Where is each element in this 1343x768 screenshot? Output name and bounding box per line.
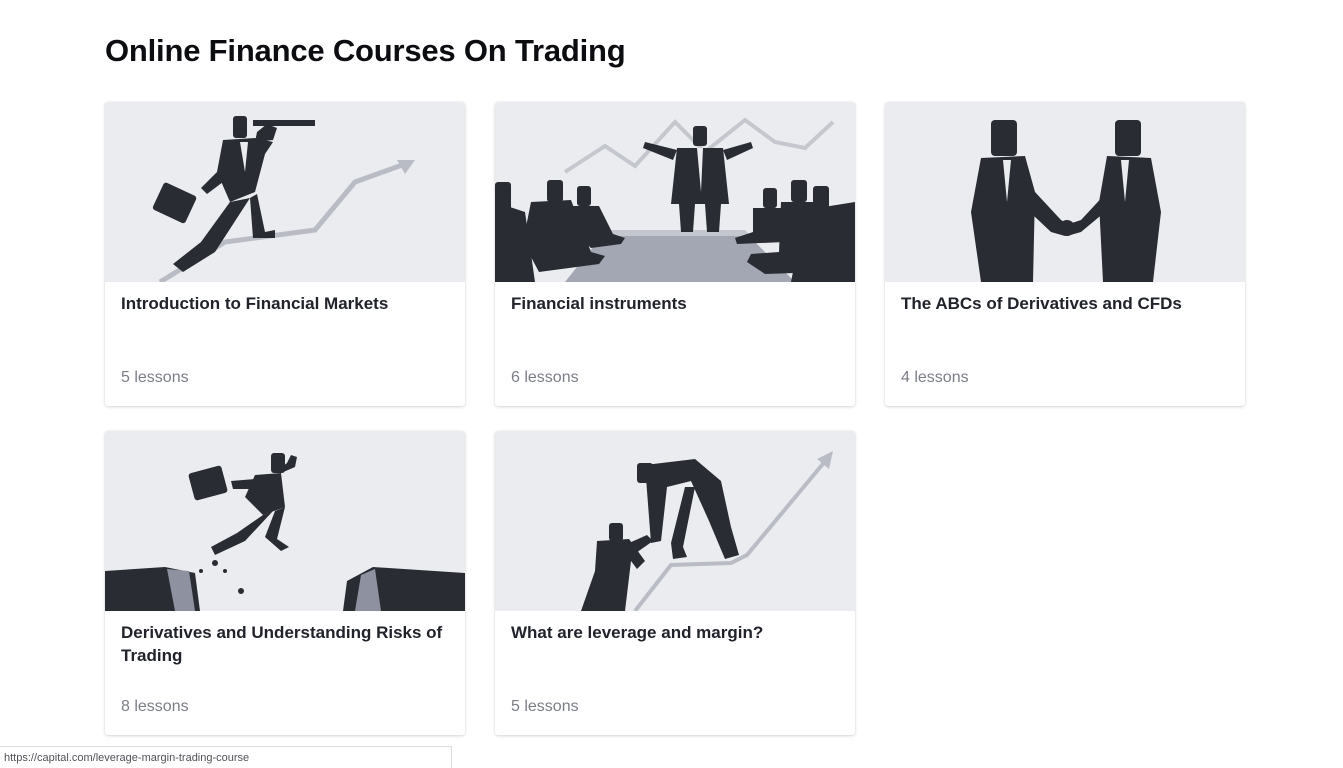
- course-card-derivatives-risks[interactable]: Derivatives and Understanding Risks of T…: [105, 431, 465, 735]
- course-card-abcs-derivatives-cfds[interactable]: The ABCs of Derivatives and CFDs 4 lesso…: [885, 102, 1245, 406]
- lesson-count: 5 lessons: [121, 369, 189, 386]
- lesson-count: 8 lessons: [121, 698, 189, 715]
- course-title: The ABCs of Derivatives and CFDs: [901, 294, 1182, 313]
- meeting-room-icon: [495, 102, 855, 282]
- handshake-icon: [885, 102, 1245, 282]
- telescope-climber-icon: [105, 102, 465, 282]
- course-title: Derivatives and Understanding Risks of T…: [121, 623, 443, 665]
- page-title: Online Finance Courses On Trading: [105, 33, 626, 68]
- lesson-count: 5 lessons: [511, 698, 579, 715]
- course-title: Financial instruments: [511, 294, 687, 313]
- page: Online Finance Courses On Trading Introd…: [0, 0, 1343, 768]
- gap-jumper-icon: [105, 431, 465, 611]
- course-title: What are leverage and margin?: [511, 623, 764, 642]
- lesson-count: 6 lessons: [511, 369, 579, 386]
- course-title: Introduction to Financial Markets: [121, 294, 389, 313]
- course-card-financial-instruments[interactable]: Financial instruments 6 lessons: [495, 102, 855, 406]
- helping-hand-icon: [495, 431, 855, 611]
- course-card-leverage-margin[interactable]: What are leverage and margin? 5 lessons: [495, 431, 855, 735]
- status-bar-url: https://capital.com/leverage-margin-trad…: [0, 746, 452, 768]
- lesson-count: 4 lessons: [901, 369, 969, 386]
- course-card-intro-financial-markets[interactable]: Introduction to Financial Markets 5 less…: [105, 102, 465, 406]
